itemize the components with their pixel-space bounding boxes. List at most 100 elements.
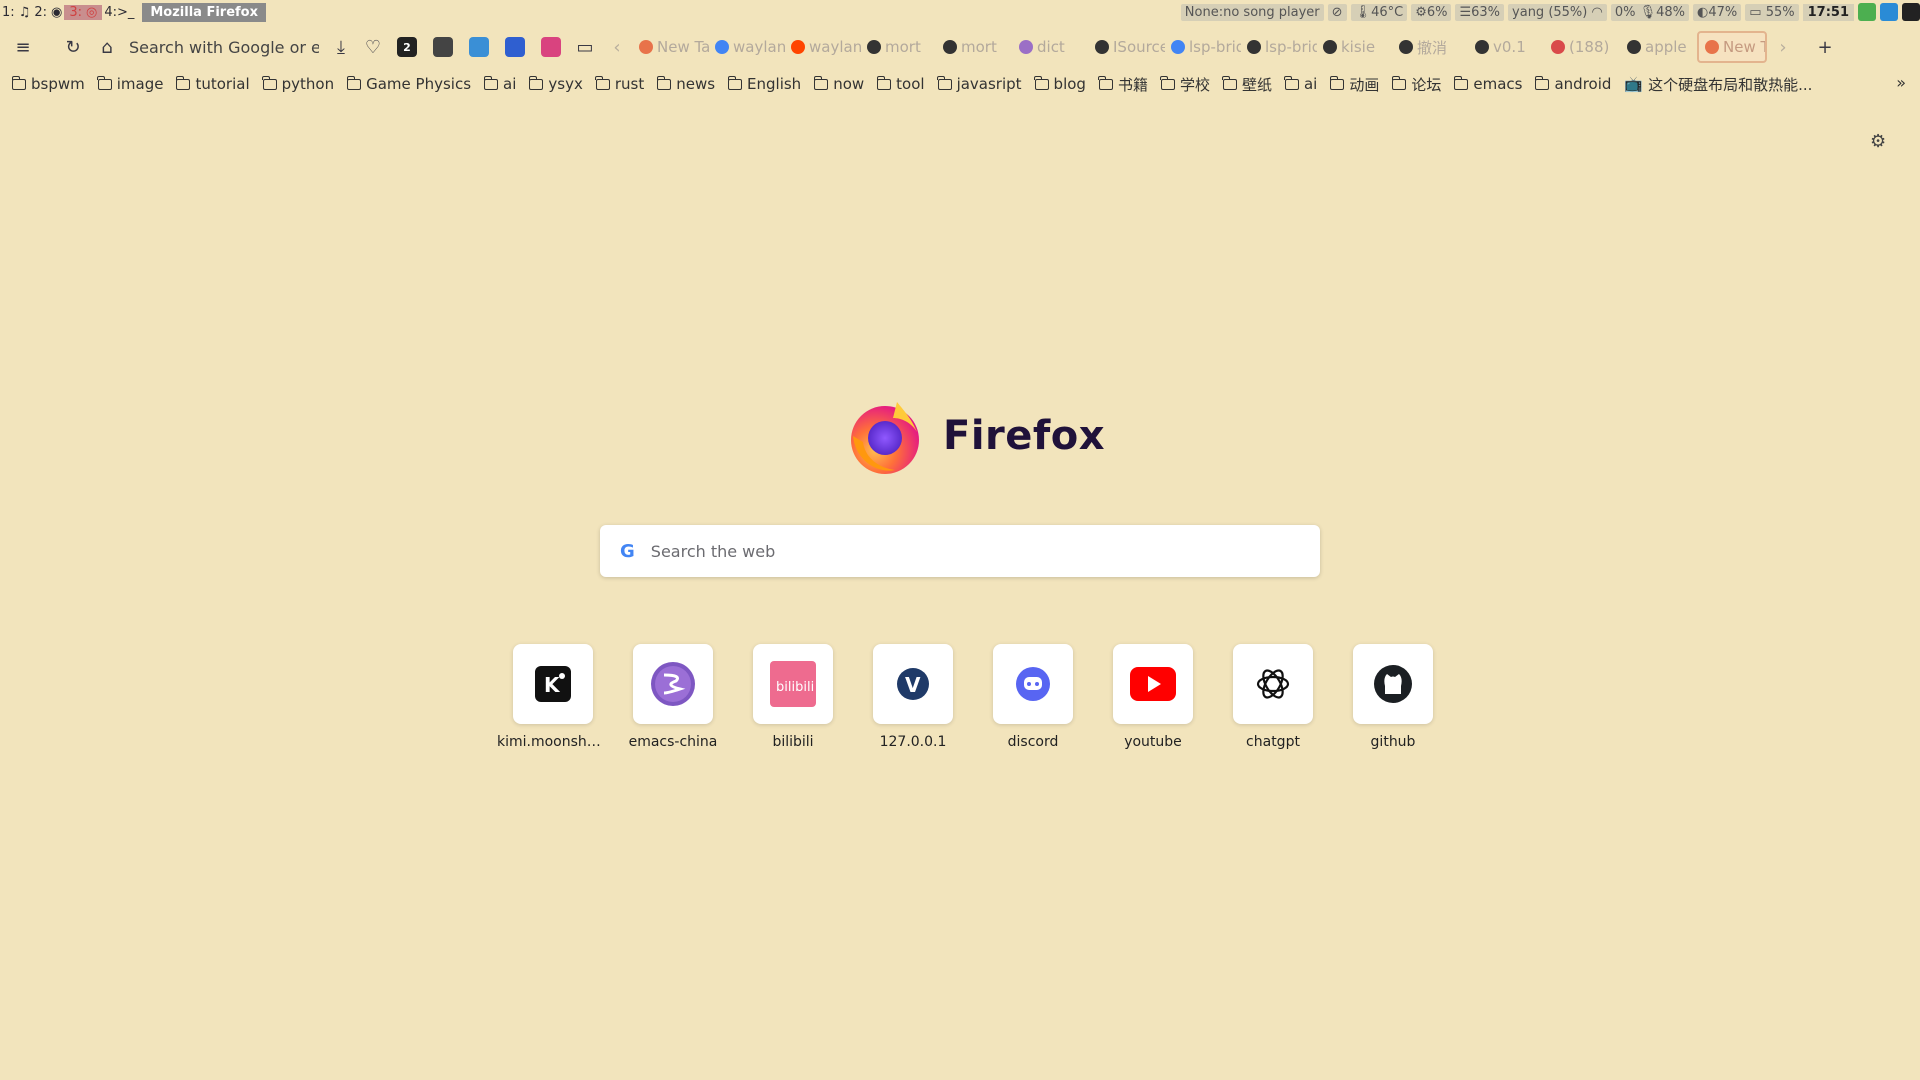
eye-off-icon[interactable]: ⊘ — [1327, 3, 1347, 21]
bookmark-folder[interactable]: 书籍 — [1098, 74, 1148, 95]
tab[interactable]: apple — [1621, 31, 1697, 63]
workspace-4[interactable]: 4:>_ — [102, 5, 136, 20]
edge-icon[interactable] — [469, 37, 489, 57]
top-site[interactable]: V 127.0.0.1 — [853, 644, 973, 750]
bookmark-folder[interactable]: news — [656, 75, 715, 93]
tab[interactable]: ISource — [1089, 31, 1165, 63]
mic-icon: 🎙 — [1639, 4, 1657, 20]
home-icon[interactable]: ⌂ — [91, 31, 123, 63]
top-site-label: bilibili — [772, 734, 814, 750]
web-search-input[interactable] — [650, 541, 1320, 561]
kimi-icon[interactable]: K — [513, 644, 593, 724]
tab[interactable]: (188) — [1545, 31, 1621, 63]
chatgpt-icon[interactable] — [1233, 644, 1313, 724]
bookmark-folder[interactable]: image — [97, 75, 164, 93]
tray-app-icon[interactable] — [1858, 3, 1876, 21]
bookmark-folder[interactable]: now — [813, 75, 864, 93]
top-site[interactable]: discord — [973, 644, 1093, 750]
workspace-3[interactable]: 3: ◎ — [64, 4, 103, 20]
bookmark-folder[interactable]: 学校 — [1160, 74, 1210, 95]
github-icon[interactable] — [1353, 644, 1433, 724]
tab-label: kisie — [1341, 38, 1376, 56]
bookmark-folder[interactable]: ysyx — [528, 75, 583, 93]
tab[interactable]: mort — [937, 31, 1013, 63]
bookmark-folder-label: image — [116, 75, 164, 93]
tab-overview-icon[interactable]: ▭ — [569, 31, 601, 63]
workspace-2[interactable]: 2: — [32, 5, 49, 20]
tab[interactable]: dict — [1013, 31, 1089, 63]
menu-icon[interactable]: ≡ — [7, 31, 39, 63]
wifi-status[interactable]: yang (55%) ◠ — [1508, 3, 1607, 21]
bookmark-folder[interactable]: English — [727, 75, 801, 93]
v-icon[interactable]: V — [873, 644, 953, 724]
bookmark-folder[interactable]: Game Physics — [346, 75, 471, 93]
top-site[interactable]: bilibili bilibili — [733, 644, 853, 750]
translate-icon[interactable] — [541, 37, 561, 57]
top-site[interactable]: chatgpt — [1213, 644, 1333, 750]
tab-active[interactable]: New Tab× — [1697, 31, 1767, 63]
bookmark-folder[interactable]: ai — [1284, 75, 1317, 93]
bookmark-folder[interactable]: ai — [483, 75, 516, 93]
new-tab-plus-icon[interactable]: + — [1809, 31, 1841, 63]
bookmark-folder[interactable]: 动画 — [1329, 74, 1379, 95]
settings-gear-icon[interactable]: ⚙ — [1870, 131, 1886, 152]
pocket-icon[interactable]: ♡ — [357, 31, 389, 63]
top-site[interactable]: emacs-china — [613, 644, 733, 750]
tab[interactable]: 撤消 — [1393, 31, 1469, 63]
top-site-label: kimi.moonshot.cn — [497, 734, 609, 750]
tab[interactable]: lsp-bridge — [1241, 31, 1317, 63]
tab[interactable]: wayland — [709, 31, 785, 63]
bookmark-folder[interactable]: python — [262, 75, 334, 93]
top-site-label: emacs-china — [628, 734, 718, 750]
download-icon[interactable]: ⤓ — [325, 31, 357, 63]
brightness-status[interactable]: ◐47% — [1693, 3, 1742, 21]
bookmark-folder[interactable]: 论坛 — [1391, 74, 1441, 95]
tray-search-icon[interactable] — [1880, 3, 1898, 21]
bookmarks-overflow-icon[interactable]: » — [1896, 73, 1906, 92]
tab[interactable]: lsp-bridge — [1165, 31, 1241, 63]
top-site-label: discord — [1007, 734, 1059, 750]
clock[interactable]: 17:51 — [1802, 3, 1854, 21]
scroll-tabs-left-icon[interactable]: ‹ — [601, 31, 633, 63]
firefox-wordmark: Firefox — [943, 413, 1106, 459]
badge-2-icon[interactable]: 2 — [397, 37, 417, 57]
tab-favicon-icon — [1095, 40, 1109, 54]
bookmark-folder[interactable]: blog — [1034, 75, 1086, 93]
audio-status[interactable]: 0% 🎙48% — [1610, 3, 1690, 21]
bookmark-folder[interactable]: emacs — [1453, 75, 1522, 93]
web-search-box[interactable]: G — [600, 525, 1320, 577]
tab[interactable]: wayland — [785, 31, 861, 63]
workspace-1[interactable]: 1: — [0, 5, 17, 20]
folder-icon — [1534, 75, 1550, 90]
emacs-icon[interactable] — [633, 644, 713, 724]
bookmark-folder[interactable]: rust — [595, 75, 644, 93]
tab[interactable]: kisie — [1317, 31, 1393, 63]
tray-keyboard-icon[interactable] — [1902, 3, 1920, 21]
tab-strip: New Tab wayland wayland mort mort dict ISource… — [633, 31, 1767, 63]
bookmark-folder[interactable]: android — [1534, 75, 1611, 93]
discord-icon[interactable] — [993, 644, 1073, 724]
bookmark-folder[interactable]: javasript — [937, 75, 1022, 93]
music-status[interactable]: None:no song player — [1180, 3, 1324, 21]
tab[interactable]: mort — [861, 31, 937, 63]
tab[interactable]: New Tab — [633, 31, 709, 63]
memory-value: 63% — [1471, 4, 1501, 20]
bandit-icon[interactable] — [433, 37, 453, 57]
youtube-icon[interactable] — [1113, 644, 1193, 724]
bookmark-special[interactable]: 📺 这个硬盘布局和散热能... — [1624, 74, 1812, 95]
bookmark-folder[interactable]: tutorial — [175, 75, 250, 93]
top-site[interactable]: Kkimi.moonshot.cn — [493, 644, 613, 750]
top-site[interactable]: github — [1333, 644, 1453, 750]
bilibili-icon[interactable]: bilibili — [753, 644, 833, 724]
top-site[interactable]: youtube — [1093, 644, 1213, 750]
url-bar[interactable]: Search with Google or enter address — [129, 31, 319, 63]
folder-icon — [1098, 75, 1113, 90]
bookmark-folder[interactable]: 壁纸 — [1222, 74, 1272, 95]
bookmark-folder[interactable]: tool — [876, 75, 925, 93]
tab-favicon-icon — [1171, 40, 1185, 54]
tab[interactable]: v0.1 — [1469, 31, 1545, 63]
blue-square-icon[interactable] — [505, 37, 525, 57]
reload-icon[interactable]: ↻ — [57, 31, 89, 63]
bookmark-folder[interactable]: bspwm — [11, 75, 85, 93]
scroll-tabs-right-icon[interactable]: › — [1767, 31, 1799, 63]
